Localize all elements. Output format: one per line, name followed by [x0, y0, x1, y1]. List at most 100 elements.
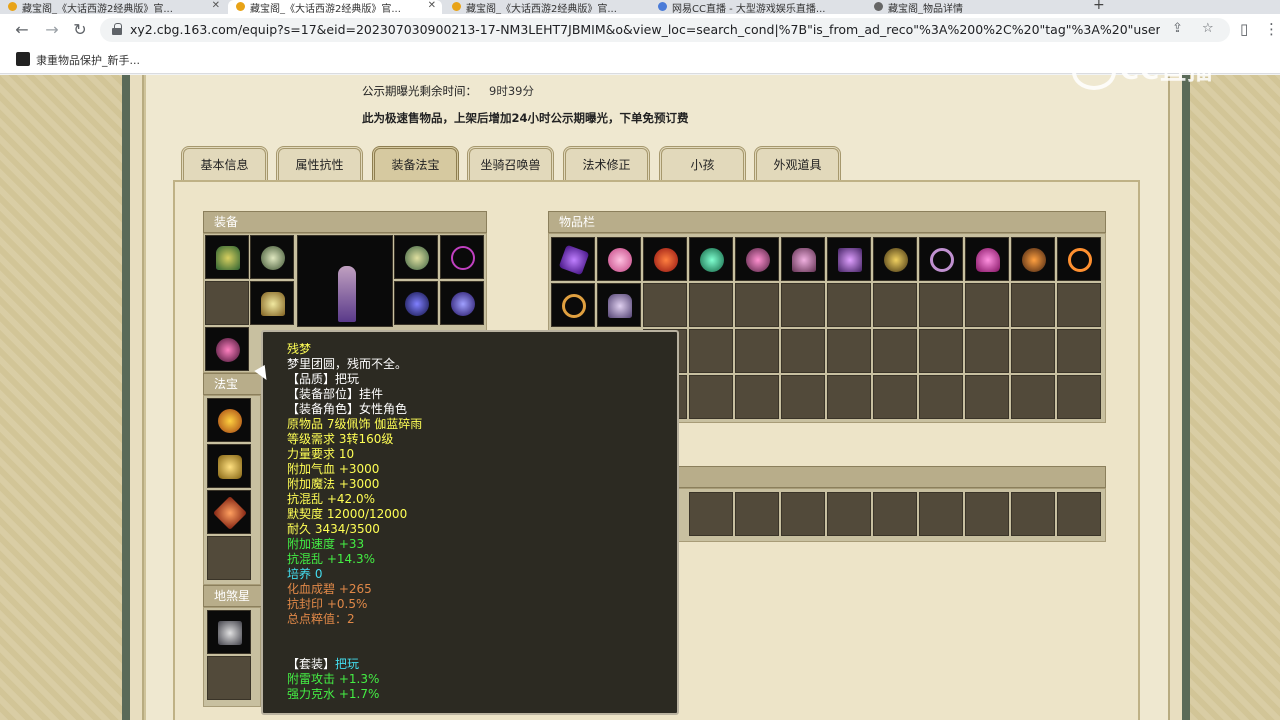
- inventory-slot-empty[interactable]: [735, 375, 779, 419]
- star-slot-empty[interactable]: [207, 656, 251, 700]
- equip-slot-pendant[interactable]: [205, 327, 249, 371]
- inventory-slot-empty[interactable]: [919, 375, 963, 419]
- browser-tab[interactable]: 网易CC直播 - 大型游戏娱乐直播...: [650, 0, 864, 14]
- storage-slot-empty[interactable]: [965, 492, 1009, 536]
- robe-icon: [216, 246, 240, 270]
- address-bar[interactable]: xy2.cbg.163.com/equip?s=17&eid=202307030…: [100, 18, 1230, 42]
- inventory-slot-empty[interactable]: [781, 375, 825, 419]
- inventory-slot-empty[interactable]: [643, 283, 687, 327]
- browser-tab[interactable]: 藏宝阁_《大话西游2经典版》官...: [444, 0, 648, 14]
- equip-slot-armor[interactable]: [250, 281, 294, 325]
- equip-slot-shoes[interactable]: [394, 235, 438, 279]
- close-icon[interactable]: ✕: [212, 0, 220, 11]
- inventory-slot-empty[interactable]: [827, 329, 871, 373]
- boots-icon: [608, 294, 632, 318]
- storage-slot-empty[interactable]: [827, 492, 871, 536]
- inventory-slot-empty[interactable]: [965, 375, 1009, 419]
- url-text[interactable]: xy2.cbg.163.com/equip?s=17&eid=202307030…: [130, 22, 1160, 37]
- inventory-slot[interactable]: [735, 237, 779, 281]
- storage-slot-empty[interactable]: [689, 492, 733, 536]
- star-slot[interactable]: [207, 610, 251, 654]
- inventory-slot-empty[interactable]: [1011, 329, 1055, 373]
- new-tab-icon[interactable]: +: [1093, 0, 1105, 13]
- browser-tab-active[interactable]: 藏宝阁_《大话西游2经典版》官... ✕: [228, 0, 442, 14]
- tab-equipment[interactable]: 装备法宝: [372, 146, 459, 182]
- inventory-slot[interactable]: [551, 237, 595, 281]
- tab-basic-info[interactable]: 基本信息: [181, 146, 268, 182]
- inventory-slot[interactable]: [1011, 237, 1055, 281]
- share-icon[interactable]: ⇪: [1172, 21, 1183, 36]
- equip-slot-empty[interactable]: [205, 281, 249, 325]
- bookmark-icon: [16, 52, 30, 66]
- inventory-slot-empty[interactable]: [1011, 283, 1055, 327]
- bookmark-label: 隶重物品保护_新手...: [36, 54, 140, 67]
- inventory-slot-empty[interactable]: [827, 283, 871, 327]
- inventory-slot-empty[interactable]: [689, 329, 733, 373]
- sidebar-icon[interactable]: ▯: [1240, 20, 1248, 38]
- browser-tab[interactable]: 藏宝阁_《大话西游2经典版》官... ✕: [0, 0, 226, 14]
- star-icon[interactable]: ☆: [1202, 21, 1214, 36]
- purple-crystal-icon: [558, 244, 590, 276]
- inventory-slot[interactable]: [1057, 237, 1101, 281]
- inventory-slot-empty[interactable]: [919, 283, 963, 327]
- equip-slot-weapon[interactable]: [250, 235, 294, 279]
- inventory-slot[interactable]: [781, 237, 825, 281]
- bookmark-item[interactable]: 隶重物品保护_新手...: [16, 52, 140, 68]
- inventory-slot-empty[interactable]: [689, 283, 733, 327]
- inventory-slot[interactable]: [873, 237, 917, 281]
- reload-icon[interactable]: ↻: [70, 20, 90, 40]
- necklace-icon: [451, 246, 475, 270]
- close-icon[interactable]: ✕: [428, 0, 436, 11]
- inventory-slot-empty[interactable]: [781, 283, 825, 327]
- inventory-slot-empty[interactable]: [1057, 329, 1101, 373]
- inventory-slot-empty[interactable]: [781, 329, 825, 373]
- inventory-slot-empty[interactable]: [965, 283, 1009, 327]
- inventory-slot[interactable]: [827, 237, 871, 281]
- inventory-slot-empty[interactable]: [873, 329, 917, 373]
- storage-slot-empty[interactable]: [781, 492, 825, 536]
- equip-slot-orb[interactable]: [440, 281, 484, 325]
- menu-icon[interactable]: ⋮: [1264, 20, 1279, 38]
- inventory-slot[interactable]: [643, 237, 687, 281]
- inventory-slot[interactable]: [597, 237, 641, 281]
- forward-icon[interactable]: →: [42, 20, 62, 40]
- treasure-slot[interactable]: [207, 398, 251, 442]
- storage-slot-empty[interactable]: [873, 492, 917, 536]
- tab-label: 网易CC直播 - 大型游戏娱乐直播...: [672, 4, 826, 14]
- tab-attributes[interactable]: 属性抗性: [276, 146, 363, 182]
- inventory-slot-empty[interactable]: [873, 375, 917, 419]
- inventory-slot-empty[interactable]: [1011, 375, 1055, 419]
- back-icon[interactable]: ←: [12, 20, 32, 40]
- tab-mounts-pets[interactable]: 坐骑召唤兽: [467, 146, 554, 182]
- inventory-slot-empty[interactable]: [1057, 375, 1101, 419]
- inventory-slot-empty[interactable]: [689, 375, 733, 419]
- equip-slot-robe[interactable]: [205, 235, 249, 279]
- decor-left: [0, 75, 122, 720]
- inventory-slot-empty[interactable]: [1057, 283, 1101, 327]
- inventory-slot-empty[interactable]: [965, 329, 1009, 373]
- tab-child[interactable]: 小孩: [659, 146, 746, 182]
- inventory-slot-empty[interactable]: [735, 283, 779, 327]
- storage-slot-empty[interactable]: [919, 492, 963, 536]
- tab-spell-correction[interactable]: 法术修正: [563, 146, 650, 182]
- bracelet-icon: [930, 248, 954, 272]
- browser-tab[interactable]: 藏宝阁_物品详情: [866, 0, 1090, 14]
- inventory-slot[interactable]: [919, 237, 963, 281]
- treasure-slot-empty[interactable]: [207, 536, 251, 580]
- inventory-slot[interactable]: [965, 237, 1009, 281]
- equip-slot-ring[interactable]: [394, 281, 438, 325]
- inventory-slot[interactable]: [551, 283, 595, 327]
- storage-slot-empty[interactable]: [1011, 492, 1055, 536]
- inventory-slot[interactable]: [689, 237, 733, 281]
- tab-appearance[interactable]: 外观道具: [754, 146, 841, 182]
- inventory-slot-empty[interactable]: [827, 375, 871, 419]
- treasure-slot[interactable]: [207, 490, 251, 534]
- storage-slot-empty[interactable]: [735, 492, 779, 536]
- inventory-slot[interactable]: [597, 283, 641, 327]
- treasure-slot[interactable]: [207, 444, 251, 488]
- inventory-slot-empty[interactable]: [873, 283, 917, 327]
- storage-slot-empty[interactable]: [1057, 492, 1101, 536]
- inventory-slot-empty[interactable]: [735, 329, 779, 373]
- equip-slot-necklace[interactable]: [440, 235, 484, 279]
- inventory-slot-empty[interactable]: [919, 329, 963, 373]
